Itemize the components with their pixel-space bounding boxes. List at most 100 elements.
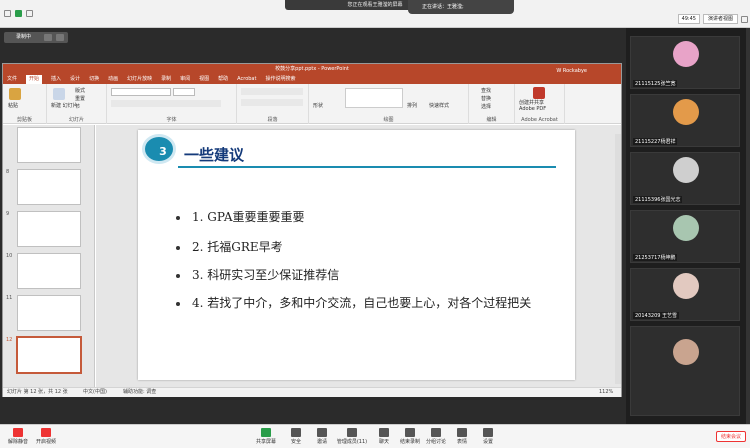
share-icon xyxy=(261,428,271,437)
menu-view[interactable]: 视图 xyxy=(199,75,209,84)
paragraph-label: 段落 xyxy=(267,117,278,123)
mic-icon xyxy=(13,428,23,437)
acrobat-label: Adobe Acrobat xyxy=(521,117,558,123)
shapes-gallery[interactable] xyxy=(345,88,403,108)
reset-button[interactable]: 重置 xyxy=(75,95,85,102)
slide-heading[interactable]: 一些建议 xyxy=(184,144,244,165)
thumb-number: 9 xyxy=(6,211,10,217)
participant-video-panel: 21115125张竺宽 21115227杨君祥 21115396张国光志 212… xyxy=(626,28,750,448)
pdf-icon[interactable] xyxy=(533,87,545,99)
video-tile[interactable]: 21253717杨坤鹏 xyxy=(630,210,740,263)
recording-label: 录制中 xyxy=(16,34,32,40)
settings-button[interactable]: 设置 xyxy=(472,428,504,445)
slide-count: 幻灯片 第 12 张，共 12 张 xyxy=(7,389,68,395)
end-meeting-button[interactable]: 结束会议 xyxy=(715,431,746,442)
meeting-timer: 49:45 xyxy=(677,14,700,24)
manage-participants-button[interactable]: 管理成员(11) xyxy=(334,428,370,445)
slide-thumb[interactable] xyxy=(17,169,81,205)
slide-thumb[interactable] xyxy=(17,253,81,289)
menu-record[interactable]: 录制 xyxy=(161,75,171,84)
chat-label: 聊天 xyxy=(378,439,389,445)
quick-styles-button[interactable]: 快速样式 xyxy=(429,102,449,109)
font-name-select[interactable] xyxy=(111,88,171,96)
create-pdf-button[interactable]: 创建并共享 Adobe PDF xyxy=(519,100,546,112)
video-tile[interactable]: 21115396张国光志 xyxy=(630,152,740,205)
menu-animations[interactable]: 动画 xyxy=(108,75,118,84)
logo-text: 3 xyxy=(159,145,167,158)
video-tile[interactable]: 20143209 王艺雪 xyxy=(630,268,740,321)
slide-logo: 3 xyxy=(142,134,176,164)
ppt-title-bar: 校鼓分享ppt.pptx - PowerPoint W Rockabye xyxy=(3,64,621,75)
video-tile[interactable]: 21115227杨君祥 xyxy=(630,94,740,147)
language-status[interactable]: 中文(中国) xyxy=(83,388,107,397)
slide-bullet[interactable]: 3. 科研实习至少保证推荐信 xyxy=(176,266,339,283)
speaking-label: 正在讲话：王雅滢; xyxy=(422,4,464,10)
video-tile[interactable] xyxy=(630,326,740,416)
zoom-level[interactable]: 112% xyxy=(599,388,613,397)
replace-button[interactable]: 替换 xyxy=(481,95,491,102)
view-switch-button[interactable]: 演讲者视图 xyxy=(702,14,738,24)
menu-search[interactable]: 操作说明搜索 xyxy=(265,75,295,84)
shield-icon[interactable] xyxy=(15,10,22,17)
new-slide-icon[interactable] xyxy=(53,88,65,100)
menu-insert[interactable]: 插入 xyxy=(51,75,61,84)
participant-name: 21253717杨坤鹏 xyxy=(633,254,678,261)
new-slide-button[interactable]: 新建 幻灯片 xyxy=(51,102,78,109)
participant-name: 21115227杨君祥 xyxy=(633,138,678,145)
section-button[interactable]: 节 xyxy=(75,103,80,110)
thumb-number: 10 xyxy=(6,253,13,259)
shapes-button[interactable]: 形状 xyxy=(313,102,323,109)
settings-label: 设置 xyxy=(482,439,493,445)
info-icon[interactable] xyxy=(4,10,11,17)
vertical-scrollbar[interactable] xyxy=(615,134,621,384)
menu-transitions[interactable]: 切换 xyxy=(89,75,99,84)
ppt-ribbon: 粘贴 剪贴板 新建 幻灯片 版式 重置 节 幻灯片 字体 段落 排列 快速样式 … xyxy=(3,84,621,124)
start-video-label: 开启视频 xyxy=(35,439,56,445)
font-size-select[interactable] xyxy=(173,88,195,96)
window-title: 校鼓分享ppt.pptx - PowerPoint xyxy=(275,66,349,72)
top-right-controls: 49:45 演讲者视图 xyxy=(677,14,748,24)
paragraph-group: 段落 xyxy=(237,84,309,124)
menu-help[interactable]: 帮助 xyxy=(218,75,228,84)
bullet-dot xyxy=(176,273,180,278)
menu-design[interactable]: 设计 xyxy=(70,75,80,84)
paste-button[interactable]: 粘贴 xyxy=(8,102,18,109)
menu-home[interactable]: 开始 xyxy=(26,75,43,84)
slide-thumb[interactable] xyxy=(17,295,81,331)
menu-file[interactable]: 文件 xyxy=(7,75,17,84)
video-tile[interactable]: 21115125张竺宽 xyxy=(630,36,740,89)
slide-bullet[interactable]: 2. 托福GRE早考 xyxy=(176,238,283,255)
accessibility-status[interactable]: 辅助功能: 调查 xyxy=(123,388,156,397)
menu-review[interactable]: 审阅 xyxy=(180,75,190,84)
paste-icon[interactable] xyxy=(9,88,21,100)
avatar xyxy=(673,41,699,67)
slide-bullet[interactable]: 4. 若找了中介，多和中介交流，自己也要上心，对各个过程把关 xyxy=(176,294,531,311)
participants-label: 管理成员(11) xyxy=(336,439,368,445)
slide-thumb[interactable] xyxy=(17,211,81,247)
participants-icon xyxy=(347,428,357,437)
slide-thumb[interactable] xyxy=(17,127,81,163)
menu-slideshow[interactable]: 幻灯片放映 xyxy=(127,75,152,84)
ppt-menu-bar: 文件 开始 插入 设计 切换 动画 幻灯片放映 录制 审阅 视图 帮助 Acro… xyxy=(3,75,621,84)
start-video-button[interactable]: 开启视频 xyxy=(30,428,62,445)
current-slide[interactable]: 3 一些建议 1. GPA重要重要重要 2. 托福GRE早考 3. 科研实习至少… xyxy=(138,130,575,380)
bullet-text: 1. GPA重要重要重要 xyxy=(192,210,305,224)
share-screen-button[interactable]: 共享屏幕 xyxy=(250,428,282,445)
arrange-button[interactable]: 排列 xyxy=(407,102,417,109)
fullscreen-icon[interactable] xyxy=(741,15,748,23)
emoji-icon xyxy=(457,428,467,437)
avatar xyxy=(673,157,699,183)
align-buttons[interactable] xyxy=(241,99,303,106)
pause-recording-button[interactable] xyxy=(44,34,52,41)
slides-label: 幻灯片 xyxy=(68,117,84,123)
layout-button[interactable]: 版式 xyxy=(75,87,85,94)
slide-bullet[interactable]: 1. GPA重要重要重要 xyxy=(176,208,305,225)
slide-thumb-selected[interactable] xyxy=(16,336,82,374)
stop-recording-button[interactable] xyxy=(56,34,64,41)
font-format-buttons[interactable] xyxy=(111,100,221,107)
select-button[interactable]: 选择 xyxy=(481,103,491,110)
list-buttons[interactable] xyxy=(241,88,303,95)
menu-acrobat[interactable]: Acrobat xyxy=(237,75,256,84)
find-button[interactable]: 查找 xyxy=(481,87,491,94)
video-panel-scrollbar[interactable] xyxy=(746,28,750,448)
